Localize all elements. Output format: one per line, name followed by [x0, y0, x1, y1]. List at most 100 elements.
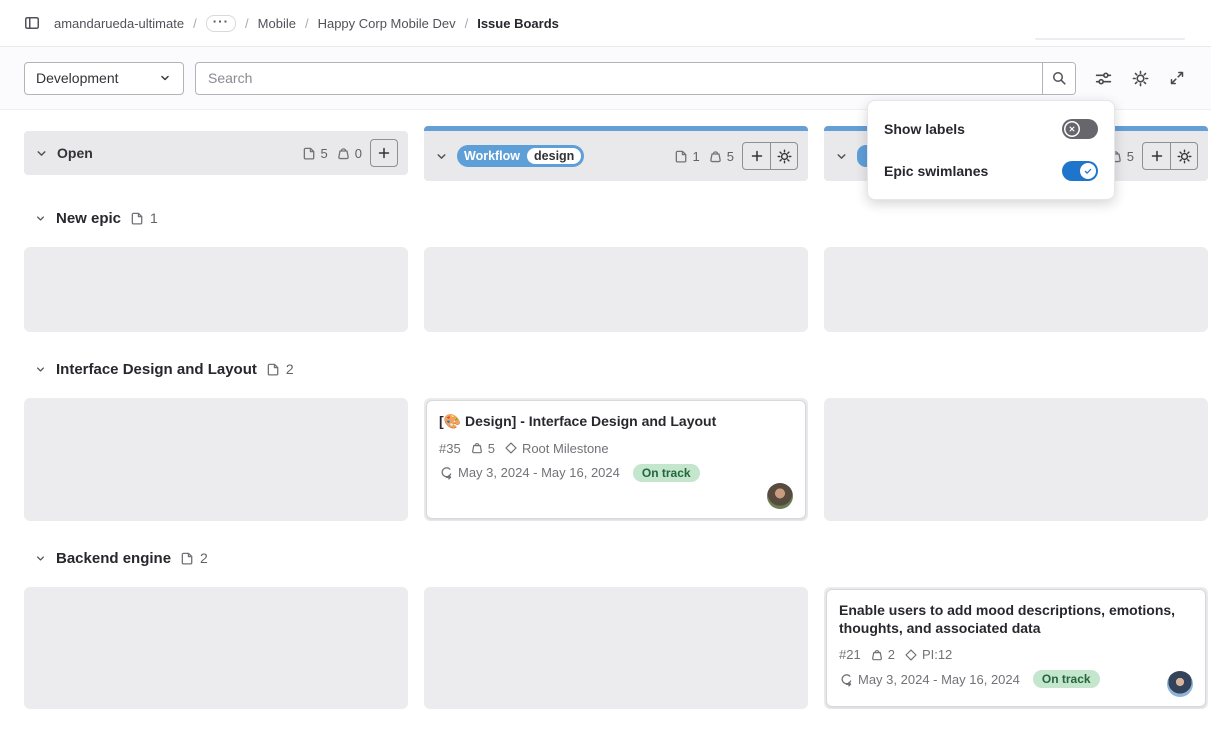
collapse-swimlane-icon[interactable] — [34, 212, 47, 225]
assignee-avatar[interactable] — [767, 483, 793, 509]
issue-icon — [266, 362, 281, 377]
toggle-knob — [1064, 121, 1080, 137]
swimlane-cell — [424, 587, 808, 709]
milestone-icon — [504, 441, 518, 455]
issue-title: Enable users to add mood descriptions, e… — [839, 602, 1193, 637]
swimlane-cell — [424, 247, 808, 332]
column-scoped-label: Workflow design — [457, 145, 584, 167]
show-labels-label: Show labels — [884, 121, 965, 137]
collapse-swimlane-icon[interactable] — [34, 552, 47, 565]
issue-title: [🎨 Design] - Interface Design and Layout — [439, 413, 793, 431]
toggle-check-icon — [1083, 166, 1093, 176]
breadcrumb-current-page: Issue Boards — [477, 16, 559, 31]
search-button[interactable] — [1042, 63, 1075, 94]
column-title: Open — [57, 145, 93, 161]
assignee-avatar[interactable] — [1167, 671, 1193, 697]
search-icon — [1051, 70, 1067, 86]
breadcrumb-subgroup[interactable]: Mobile — [258, 16, 296, 31]
gear-icon — [777, 149, 792, 164]
breadcrumb-ellipsis-button[interactable]: ··· — [206, 15, 236, 32]
swimlane-cell: [🎨 Design] - Interface Design and Layout… — [424, 398, 808, 521]
issue-milestone: Root Milestone — [504, 441, 609, 456]
weight-icon — [470, 441, 484, 455]
board-settings-popover: Show labels Epic swimlanes — [867, 100, 1115, 200]
swimlane-cell — [824, 247, 1208, 332]
health-status-badge: On track — [1033, 670, 1100, 688]
swimlane-title[interactable]: New epic — [56, 210, 121, 227]
swimlane-cell: Enable users to add mood descriptions, e… — [824, 587, 1208, 709]
issue-icon — [302, 146, 317, 161]
plus-icon — [749, 148, 765, 164]
collapse-column-icon[interactable] — [834, 149, 849, 164]
collapse-column-icon[interactable] — [34, 146, 49, 161]
board-switcher-value: Development — [36, 70, 119, 86]
swimlane-title[interactable]: Interface Design and Layout — [56, 361, 257, 378]
toolbar-actions — [1093, 68, 1187, 88]
add-issue-button[interactable] — [1143, 143, 1170, 169]
search-input[interactable] — [196, 63, 1042, 94]
swimlane-issue-count: 1 — [130, 210, 158, 226]
issue-card-mood[interactable]: Enable users to add mood descriptions, e… — [826, 589, 1206, 707]
issue-milestone: PI:12 — [904, 647, 952, 662]
swimlane-cell — [24, 247, 408, 332]
issue-reference: #21 — [839, 647, 861, 662]
column-weight-count: 0 — [336, 146, 362, 161]
chevron-down-icon — [158, 71, 172, 85]
swimlane-row-backend-engine: Enable users to add mood descriptions, e… — [24, 587, 1208, 709]
popover-edge-decoration — [1035, 38, 1185, 40]
iteration-icon — [439, 465, 454, 480]
add-issue-button[interactable] — [370, 139, 398, 167]
show-labels-row: Show labels — [884, 116, 1098, 142]
plus-icon — [1149, 148, 1165, 164]
issue-board: Open 5 0 Workflow — [24, 126, 1208, 709]
epic-swimlanes-row: Epic swimlanes — [884, 158, 1098, 184]
board-switcher-dropdown[interactable]: Development — [24, 62, 184, 95]
issue-icon — [674, 149, 689, 164]
show-labels-toggle[interactable] — [1062, 119, 1098, 139]
column-settings-button[interactable] — [770, 143, 797, 169]
swimlane-cell — [24, 587, 408, 709]
board-config-sliders-button[interactable] — [1093, 68, 1113, 88]
gear-icon — [1177, 149, 1192, 164]
weight-icon — [336, 146, 351, 161]
column-weight-count: 5 — [708, 149, 734, 164]
add-issue-button[interactable] — [743, 143, 770, 169]
board-settings-button[interactable] — [1130, 68, 1150, 88]
column-actions — [1142, 142, 1198, 170]
iteration-icon — [839, 672, 854, 687]
fullscreen-button[interactable] — [1167, 68, 1187, 88]
issue-boards-page: amandarueda-ultimate / ··· / Mobile / Ha… — [0, 0, 1211, 733]
issue-weight: 5 — [470, 441, 495, 456]
swimlane-cell — [824, 398, 1208, 521]
collapse-swimlane-icon[interactable] — [34, 363, 47, 376]
column-issue-count: 1 — [674, 149, 700, 164]
toggle-x-icon — [1067, 124, 1077, 134]
board-search — [195, 62, 1076, 95]
swimlane-cell — [24, 398, 408, 521]
epic-swimlanes-label: Epic swimlanes — [884, 163, 988, 179]
column-actions — [742, 142, 798, 170]
swimlane-issue-count: 2 — [180, 550, 208, 566]
breadcrumb-separator: / — [245, 16, 249, 31]
issue-icon — [180, 551, 195, 566]
column-issue-count: 5 — [302, 146, 328, 161]
swimlane-issue-count: 2 — [266, 361, 294, 377]
breadcrumb-project[interactable]: Happy Corp Mobile Dev — [318, 16, 456, 31]
swimlane-row-interface-design: [🎨 Design] - Interface Design and Layout… — [24, 398, 1208, 521]
milestone-icon — [904, 648, 918, 662]
health-status-badge: On track — [633, 464, 700, 482]
collapse-column-icon[interactable] — [434, 149, 449, 164]
epic-swimlanes-toggle[interactable] — [1062, 161, 1098, 181]
issue-iteration-dates: May 3, 2024 - May 16, 2024 — [839, 672, 1020, 687]
issue-card-design[interactable]: [🎨 Design] - Interface Design and Layout… — [426, 400, 806, 519]
column-settings-button[interactable] — [1170, 143, 1197, 169]
toggle-knob — [1080, 163, 1096, 179]
issue-reference: #35 — [439, 441, 461, 456]
sidebar-toggle-icon[interactable] — [24, 15, 40, 31]
breadcrumb-group[interactable]: amandarueda-ultimate — [54, 16, 184, 31]
breadcrumb-separator: / — [465, 16, 469, 31]
issue-icon — [130, 211, 145, 226]
plus-icon — [376, 145, 392, 161]
swimlane-title[interactable]: Backend engine — [56, 550, 171, 567]
column-header-open: Open 5 0 — [24, 131, 408, 175]
